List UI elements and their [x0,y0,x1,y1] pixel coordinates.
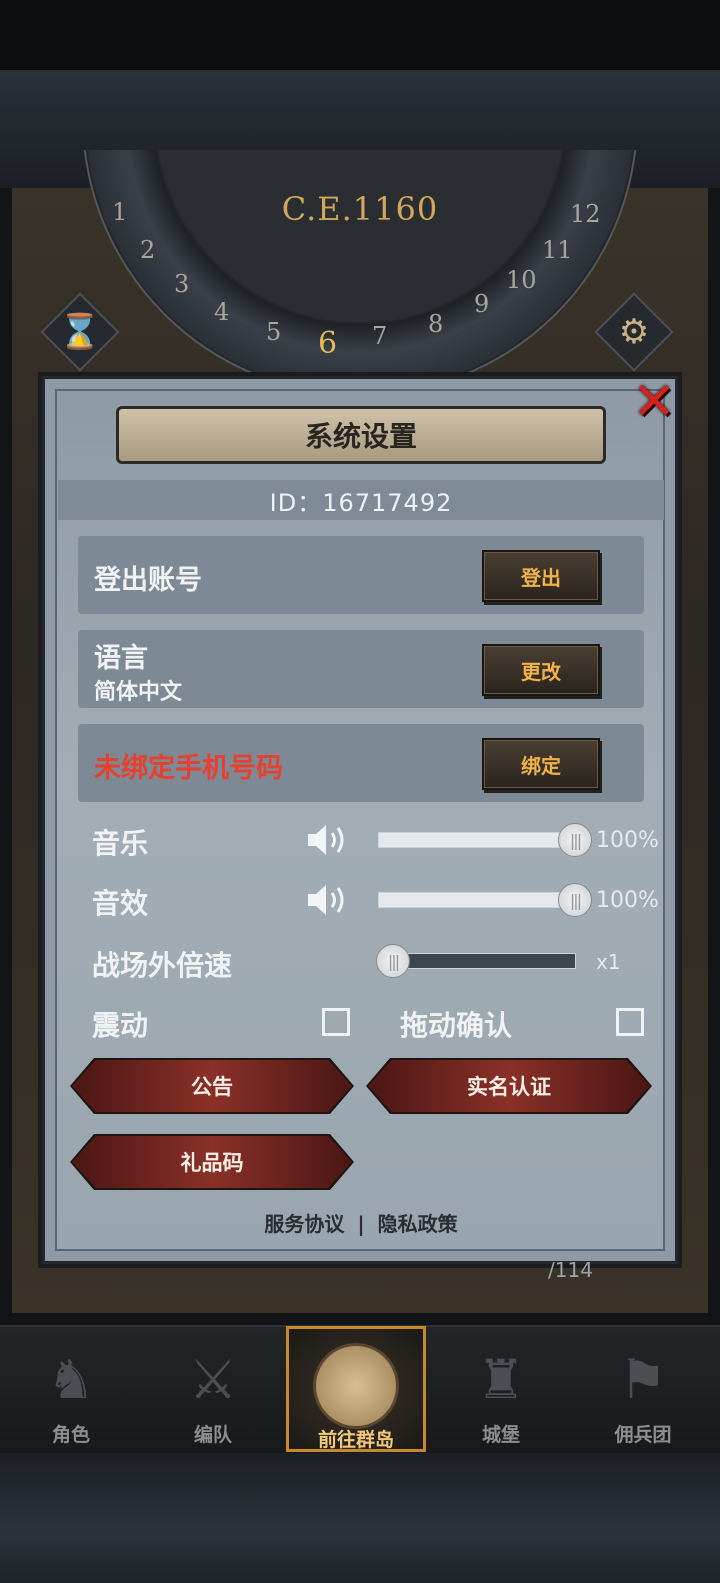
music-slider-knob[interactable]: ||| [558,823,592,857]
terms-link[interactable]: 服务协议 [264,1212,344,1236]
music-label: 音乐 [92,827,149,860]
phone-row: 未绑定手机号码 绑定 [78,724,644,802]
battle-speed-label: 战场外倍速 [92,949,233,982]
nav-item-squad[interactable]: ⚔ 编队 [142,1330,284,1452]
era-label: C.E.1160 [281,190,439,228]
knight-helmet-icon: ♞ [46,1348,96,1411]
dial-number: 9 [474,290,490,318]
footer-separator: | [357,1212,365,1236]
sfx-label: 音效 [92,887,149,920]
dial-number: 2 [140,236,156,264]
hourglass-icon: ⌛ [58,312,102,352]
music-slider-fill [379,833,575,847]
footer-links: 服务协议 | 隐私政策 [58,1208,664,1237]
speaker-icon[interactable] [304,820,352,860]
change-language-button[interactable]: 更改 [482,644,600,696]
player-id: ID：16717492 [58,480,664,520]
castle-icon: ♜ [476,1348,526,1411]
bottom-frame [0,1453,720,1583]
globe-icon [313,1343,399,1429]
vibration-label: 震动 [92,1009,149,1042]
dial-number: 10 [506,266,537,294]
bind-phone-button[interactable]: 绑定 [482,738,600,790]
dial-number: 4 [214,298,230,326]
nav-label: 角色 [51,1424,90,1446]
sfx-slider-knob[interactable]: ||| [558,883,592,917]
dial-number: 5 [266,318,282,346]
phone-unbound-label: 未绑定手机号码 [94,753,283,784]
logout-row: 登出账号 登出 [78,536,644,614]
top-bar [0,0,720,70]
language-label: 语言 [94,643,148,674]
gear-icon: ⚙ [618,312,650,352]
map-count: /114 [548,1258,593,1282]
dial-number: 3 [174,270,190,298]
language-row: 语言 简体中文 更改 [78,630,644,708]
nav-label: 城堡 [481,1424,520,1446]
close-icon[interactable]: ✕ [626,376,682,432]
speaker-icon[interactable] [304,880,352,920]
speed-value: x1 [596,950,621,974]
logout-label: 登出账号 [94,565,202,596]
drag-confirm-label: 拖动确认 [400,1009,513,1042]
language-value: 简体中文 [94,680,183,705]
nav-item-islands[interactable]: 前往群岛 [286,1326,426,1452]
dial-number: 7 [372,322,388,350]
nav-label: 编队 [193,1424,232,1446]
music-value: 100% [596,828,659,853]
dial-number: 11 [542,236,573,264]
drag-confirm-checkbox[interactable] [616,1008,644,1036]
squad-icon: ⚔ [188,1348,238,1411]
realname-verification-button[interactable]: 实名认证 [368,1060,650,1112]
sfx-value: 100% [596,888,659,913]
nav-label: 佣兵团 [614,1424,672,1446]
dial-ring [82,150,638,396]
gift-code-button[interactable]: 礼品码 [72,1136,352,1188]
notice-button[interactable]: 公告 [72,1060,352,1112]
sfx-slider[interactable] [378,892,576,908]
nav-item-mercenary[interactable]: ⚑ 佣兵团 [572,1330,714,1452]
calendar-dial: 1 2 3 4 5 6 7 8 9 10 11 12 [82,150,638,400]
nav-item-castle[interactable]: ♜ 城堡 [430,1330,572,1452]
privacy-link[interactable]: 隐私政策 [378,1212,458,1236]
dial-number: 8 [428,310,444,338]
mercenary-icon: ⚑ [618,1348,668,1411]
nav-label-active: 前往群岛 [317,1429,394,1451]
current-month: 6 [318,326,338,361]
dialog-title: 系统设置 [304,420,417,453]
speed-slider-knob[interactable]: ||| [376,944,410,978]
music-slider[interactable] [378,832,576,848]
logout-button[interactable]: 登出 [482,550,600,602]
dialog-title-banner: 系统设置 [116,406,606,464]
sfx-slider-fill [379,893,575,907]
nav-item-character[interactable]: ♞ 角色 [0,1330,142,1452]
vibration-checkbox[interactable] [322,1008,350,1036]
